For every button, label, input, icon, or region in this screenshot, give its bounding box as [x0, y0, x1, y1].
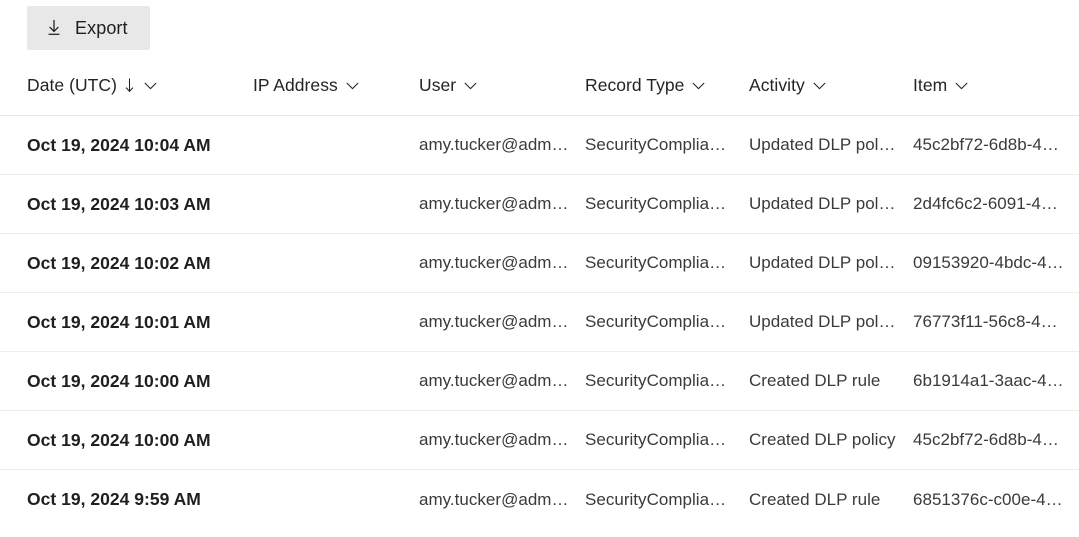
cell-item: 2d4fc6c2-6091-4a3… — [913, 194, 1077, 213]
cell-activity: Created DLP rule — [749, 489, 881, 509]
cell-user: amy.tucker@admig… — [419, 312, 582, 331]
cell-date: Oct 19, 2024 10:04 AM — [27, 134, 211, 155]
cell-record-type: SecurityComplianc… — [585, 194, 745, 213]
cell-activity: Updated DLP policy — [749, 312, 900, 331]
cell-item: 45c2bf72-6d8b-44… — [913, 135, 1069, 154]
cell-date: Oct 19, 2024 9:59 AM — [27, 489, 201, 509]
cell-item: 76773f11-56c8-4c1… — [913, 312, 1076, 331]
cell-record-type: SecurityComplianc… — [585, 489, 745, 509]
column-header-activity[interactable]: Activity — [749, 75, 913, 96]
column-header-ip-address[interactable]: IP Address — [253, 75, 419, 96]
cell-record-type: SecurityComplianc… — [585, 253, 745, 272]
cell-activity: Updated DLP policy — [749, 194, 900, 213]
column-header-activity-label: Activity — [749, 75, 805, 95]
table-row[interactable]: Oct 19, 2024 10:01 AM amy.tucker@admig… … — [0, 293, 1079, 352]
column-header-record-type[interactable]: Record Type — [585, 75, 749, 96]
chevron-down-icon[interactable] — [345, 78, 360, 93]
sort-descending-arrow-icon — [123, 78, 136, 93]
cell-date: Oct 19, 2024 10:01 AM — [27, 311, 211, 332]
column-header-item[interactable]: Item — [913, 75, 1079, 96]
cell-record-type: SecurityComplianc… — [585, 312, 745, 331]
download-arrow-icon — [45, 19, 63, 37]
cell-user: amy.tucker@admig… — [419, 135, 582, 154]
table-row[interactable]: Oct 19, 2024 10:00 AM amy.tucker@admig… … — [0, 352, 1079, 411]
chevron-down-icon[interactable] — [954, 78, 969, 93]
cell-date: Oct 19, 2024 10:03 AM — [27, 193, 211, 214]
table-row[interactable]: Oct 19, 2024 10:04 AM amy.tucker@admig… … — [0, 116, 1079, 175]
cell-date: Oct 19, 2024 10:00 AM — [27, 370, 211, 391]
cell-user: amy.tucker@admig… — [419, 194, 582, 213]
command-bar: Export — [0, 0, 150, 56]
chevron-down-icon[interactable] — [463, 78, 478, 93]
table-row[interactable]: Oct 19, 2024 10:03 AM amy.tucker@admig… … — [0, 175, 1079, 234]
table-row[interactable]: Oct 19, 2024 10:02 AM amy.tucker@admig… … — [0, 234, 1079, 293]
column-header-date-label: Date (UTC) — [27, 75, 117, 95]
cell-record-type: SecurityComplianc… — [585, 430, 745, 449]
cell-date: Oct 19, 2024 10:00 AM — [27, 429, 211, 450]
cell-item: 6851376c-c00e-4df… — [913, 489, 1077, 509]
column-header-ip-address-label: IP Address — [253, 75, 338, 95]
cell-record-type: SecurityComplianc… — [585, 371, 745, 390]
cell-date: Oct 19, 2024 10:02 AM — [27, 252, 211, 273]
cell-activity: Updated DLP policy — [749, 135, 900, 154]
column-header-record-type-label: Record Type — [585, 75, 685, 95]
cell-activity: Updated DLP policy — [749, 253, 900, 272]
chevron-down-icon[interactable] — [691, 78, 706, 93]
cell-item: 6b1914a1-3aac-4a… — [913, 371, 1074, 390]
column-header-date[interactable]: Date (UTC) — [27, 75, 253, 96]
cell-user: amy.tucker@admig… — [419, 253, 582, 272]
cell-activity: Created DLP rule — [749, 371, 881, 390]
audit-results-table: Date (UTC) IP Address User Record Type A… — [0, 56, 1079, 529]
chevron-down-icon[interactable] — [812, 78, 827, 93]
table-header-row: Date (UTC) IP Address User Record Type A… — [0, 56, 1079, 116]
audit-log-results-page: Export Date (UTC) IP Address User Record… — [0, 0, 1079, 537]
cell-user: amy.tucker@admig… — [419, 430, 582, 449]
cell-activity: Created DLP policy — [749, 430, 896, 449]
export-button-label: Export — [75, 17, 128, 38]
column-header-item-label: Item — [913, 75, 948, 95]
cell-record-type: SecurityComplianc… — [585, 135, 745, 154]
cell-user: amy.tucker@admig… — [419, 489, 582, 509]
export-button[interactable]: Export — [27, 6, 150, 50]
column-header-user-label: User — [419, 75, 457, 95]
cell-user: amy.tucker@admig… — [419, 371, 582, 390]
table-row[interactable]: Oct 19, 2024 10:00 AM amy.tucker@admig… … — [0, 411, 1079, 470]
cell-item: 09153920-4bdc-4a… — [913, 253, 1074, 272]
column-header-user[interactable]: User — [419, 75, 585, 96]
chevron-down-icon[interactable] — [143, 78, 158, 93]
cell-item: 45c2bf72-6d8b-44… — [913, 430, 1069, 449]
table-row[interactable]: Oct 19, 2024 9:59 AM amy.tucker@admig… S… — [0, 470, 1079, 529]
